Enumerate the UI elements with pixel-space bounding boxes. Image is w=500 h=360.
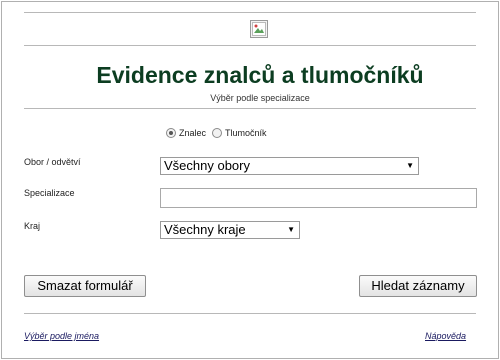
radio-tlumocnik[interactable] <box>212 128 223 138</box>
clear-form-button[interactable]: Smazat formulář <box>24 275 146 297</box>
radio-znalec[interactable] <box>166 128 176 138</box>
radio-znalec-label[interactable]: Znalec <box>179 128 206 138</box>
chevron-down-icon: ▼ <box>287 225 295 234</box>
help-link[interactable]: Nápověda <box>425 331 466 341</box>
chevron-down-icon: ▼ <box>406 161 414 170</box>
header-divider <box>24 45 476 46</box>
top-divider <box>24 12 476 13</box>
field-select-value: Všechny obory <box>164 158 250 173</box>
region-label: Kraj <box>24 221 41 231</box>
footer-divider <box>24 313 476 314</box>
search-button[interactable]: Hledat záznamy <box>359 275 477 297</box>
page-frame <box>1 1 499 359</box>
broken-image-icon <box>250 20 268 38</box>
page-title: Evidence znalců a tlumočníků <box>96 62 424 88</box>
specialization-input[interactable] <box>160 188 477 208</box>
field-label: Obor / odvětví <box>24 157 81 167</box>
select-by-name-link[interactable]: Výběr podle jména <box>24 331 99 341</box>
page-subtitle: Výběr podle specializace <box>210 93 310 103</box>
region-select-value: Všechny kraje <box>164 222 246 237</box>
specialization-label: Specializace <box>24 188 75 198</box>
type-radio-group: Znalec Tlumočník <box>166 128 273 138</box>
title-divider <box>24 108 476 109</box>
radio-tlumocnik-label[interactable]: Tlumočník <box>225 128 267 138</box>
region-select[interactable]: Všechny kraje ▼ <box>160 221 300 239</box>
field-select[interactable]: Všechny obory ▼ <box>160 157 419 175</box>
